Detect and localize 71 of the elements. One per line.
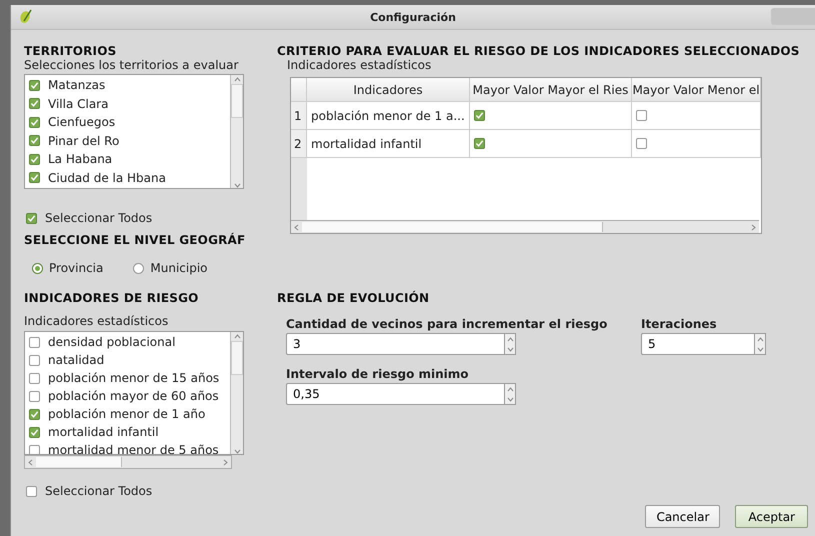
checkbox[interactable] [29, 408, 40, 420]
list-item[interactable]: natalidad [48, 353, 104, 367]
section-heading: TERRITORIOS [24, 44, 118, 58]
list-item[interactable]: densidad poblacional [48, 335, 176, 349]
checkbox[interactable] [29, 390, 40, 402]
checkbox[interactable] [29, 172, 40, 184]
checkbox[interactable] [474, 138, 485, 149]
spin-field[interactable]: 5 [641, 333, 754, 355]
radio-label[interactable]: Provincia [49, 261, 104, 275]
scrollbar[interactable] [291, 220, 759, 233]
table-cell: mortalidad infantil [307, 130, 470, 157]
dialog-button[interactable]: Cancelar [645, 505, 720, 528]
list-item[interactable]: población menor de 1 año [48, 407, 206, 421]
dialog-button[interactable]: Aceptar [735, 505, 808, 528]
radio-button[interactable] [32, 262, 43, 274]
checkbox-label[interactable]: Seleccionar Todos [45, 211, 152, 225]
list-item[interactable]: Ciudad de la Hbana [48, 170, 166, 185]
logo-icon [19, 8, 33, 24]
field-label: Intervalo de riesgo minimo [286, 367, 470, 381]
list-item[interactable]: La Habana [48, 152, 112, 166]
scrollbar[interactable] [230, 332, 243, 454]
section-subtitle: Indicadores estadísticos [287, 58, 432, 72]
checkbox[interactable] [29, 135, 40, 146]
window-title: Configuración [370, 10, 456, 24]
list-item[interactable]: mortalidad menor de 5 años [48, 443, 219, 454]
spin-buttons[interactable] [504, 333, 516, 355]
checkbox[interactable] [29, 154, 40, 165]
section-heading: SELECCIONE EL NIVEL GEOGRÁF [24, 233, 246, 247]
section-subtitle: Selecciones los territorios a evaluar [24, 58, 240, 72]
section-heading: INDICADORES DE RIESGO [24, 291, 200, 305]
checkbox[interactable] [26, 486, 37, 496]
row-number: 1 [291, 102, 307, 129]
row-header-column [291, 158, 307, 220]
spin-field[interactable]: 3 [286, 333, 504, 355]
checkbox[interactable] [474, 110, 485, 121]
list-item[interactable]: Cienfuegos [48, 115, 116, 130]
list-item[interactable]: Villa Clara [48, 96, 108, 111]
section-heading: REGLA DE EVOLUCIÓN [277, 291, 430, 305]
field-label: Iteraciones [641, 317, 718, 331]
column-header[interactable]: Indicadores [307, 78, 470, 101]
checkbox[interactable] [29, 444, 40, 454]
column-header[interactable]: Mayor Valor Menor el [632, 78, 761, 101]
radio-label[interactable]: Municipio [150, 261, 208, 275]
checkbox[interactable] [29, 372, 40, 384]
spin-buttons[interactable] [504, 383, 516, 405]
list-item[interactable]: población menor de 15 años [48, 371, 220, 385]
checkbox[interactable] [29, 80, 40, 91]
checkbox[interactable] [29, 336, 40, 348]
row-number: 2 [291, 130, 307, 157]
scrollbar[interactable] [230, 75, 243, 188]
radio-button[interactable] [133, 262, 144, 274]
checkbox[interactable] [636, 138, 647, 149]
list-item[interactable]: Pinar del Ro [48, 134, 120, 148]
spin-buttons[interactable] [754, 333, 766, 355]
column-header[interactable]: Mayor Valor Mayor el Ries [470, 78, 632, 101]
scrollbar[interactable] [24, 455, 232, 469]
list-item[interactable]: población mayor de 60 años [48, 389, 219, 403]
checkbox[interactable] [636, 110, 647, 121]
list-item[interactable]: Matanzas [48, 78, 106, 92]
spin-field[interactable]: 0,35 [286, 383, 504, 405]
checkbox[interactable] [29, 98, 40, 110]
checkbox[interactable] [29, 426, 40, 438]
checkbox-label[interactable]: Seleccionar Todos [45, 484, 152, 498]
list-item[interactable]: mortalidad infantil [48, 425, 159, 439]
section-subtitle: Indicadores estadísticos [24, 314, 170, 328]
checkbox[interactable] [29, 116, 40, 128]
checkbox[interactable] [29, 354, 40, 366]
section-heading: CRITERIO PARA EVALUAR EL RIESGO DE LOS INDICADORES SELECCIONADOS [277, 44, 801, 58]
field-label: Cantidad de vecinos para incrementar el riesgo [286, 317, 608, 331]
checkbox[interactable] [26, 212, 37, 224]
table-cell: población menor de 1 a... [307, 102, 470, 129]
